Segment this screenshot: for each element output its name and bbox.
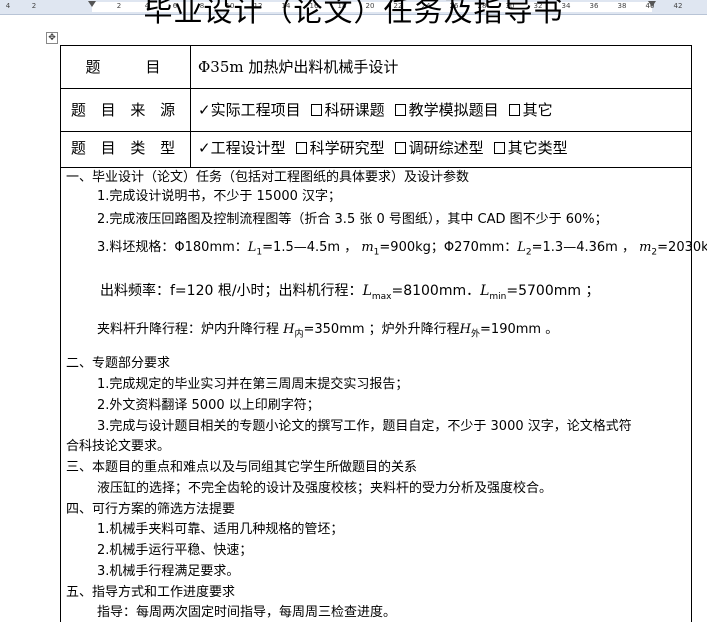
check-mark-icon: ✓ — [198, 101, 211, 119]
table-border-row1 — [60, 88, 691, 89]
source-option-other[interactable]: 其它 — [508, 100, 553, 120]
section-4-item-2: 2.机械手运行平稳、快速； — [97, 543, 253, 558]
table-border-right — [691, 45, 692, 622]
source-label: 题 目 来 源 — [70, 101, 181, 119]
section-2-item-3: 3.完成与设计题目相关的专题小论文的撰写工作，题目自定，不少于 3000 汉字，… — [97, 419, 632, 434]
section-4-item-1: 1.机械手夹料可靠、适用几种规格的管坯； — [97, 522, 344, 537]
section-2-item-2: 2.外文资料翻译 5000 以上印刷字符； — [97, 398, 320, 413]
section-3-text: 液压缸的选择；不完全齿轮的设计及强度校核；夹料杆的受力分析及强度校合。 — [97, 481, 553, 496]
table-border-left — [60, 45, 61, 622]
section-1-item-1: 1.完成设计说明书，不少于 15000 汉字； — [97, 189, 342, 204]
type-label: 题 目 类 型 — [70, 139, 181, 157]
type-option-other[interactable]: 其它类型 — [493, 138, 568, 158]
source-option-research[interactable]: 科研课题 — [310, 100, 385, 120]
topic-label: 题 目 — [85, 58, 166, 76]
table-move-handle-icon[interactable]: ✥ — [46, 32, 58, 44]
section-1-item-2: 2.完成液压回路图及控制流程图等（折合 3.5 张 0 号图纸），其中 CAD … — [97, 212, 608, 227]
table-border-row3 — [60, 167, 691, 168]
topic-value[interactable]: Φ35m 加热炉出料机械手设计 — [198, 57, 398, 77]
section-4-heading: 四、可行方案的筛选方法提要 — [66, 502, 236, 517]
checkbox-icon — [493, 142, 505, 154]
source-option-simulation[interactable]: 教学模拟题目 — [394, 100, 499, 120]
check-mark-icon: ✓ — [198, 139, 211, 157]
type-option-survey[interactable]: 调研综述型 — [394, 138, 484, 158]
section-1-frequency: 出料频率：f=120 根/小时；出料机行程：Lmax=8100mm．Lmin=5… — [100, 283, 600, 302]
checkbox-icon — [394, 142, 406, 154]
type-options: ✓工程设计型 科学研究型 调研综述型 其它类型 — [198, 138, 578, 158]
section-1-heading: 一、毕业设计（论文）任务（包括对工程图纸的具体要求）及设计参数 — [66, 170, 470, 185]
section-5-text: 指导：每周两次固定时间指导，每周周三检查进度。 — [97, 605, 397, 620]
checkbox-icon — [394, 104, 406, 116]
page-title: 毕业设计（论文）任务及指导书 — [143, 0, 564, 28]
checkbox-icon — [310, 104, 322, 116]
section-4-item-3: 3.机械手行程满足要求。 — [97, 564, 240, 579]
section-3-heading: 三、本题目的重点和难点以及与同组其它学生所做题目的关系 — [66, 460, 418, 475]
type-option-engineering-design[interactable]: ✓工程设计型 — [198, 138, 286, 158]
checkbox-icon — [295, 142, 307, 154]
section-1-lift-stroke: 夹料杆升降行程：炉内升降行程 H内=350mm ；炉外升降行程H外=190mm … — [97, 322, 559, 340]
table-border-row2 — [60, 131, 691, 132]
table-border-top — [60, 45, 691, 46]
source-option-engineering[interactable]: ✓实际工程项目 — [198, 100, 301, 120]
source-options: ✓实际工程项目 科研课题 教学模拟题目 其它 — [198, 100, 563, 120]
section-2-item-3-continued: 合科技论文要求。 — [66, 439, 171, 454]
document-page[interactable]: 毕业设计（论文）任务及指导书 ✥ 题 目 Φ35m 加热炉出料机械手设计 题 目… — [0, 0, 707, 622]
checkbox-icon — [508, 104, 520, 116]
type-option-scientific-research[interactable]: 科学研究型 — [295, 138, 385, 158]
section-1-item-3: 3.料坯规格：Φ180mm：L1=1.5—4.5m ， m1=900kg；Φ27… — [97, 240, 707, 258]
section-2-item-1: 1.完成规定的毕业实习并在第三周周末提交实习报告； — [97, 377, 409, 392]
section-2-heading: 二、专题部分要求 — [66, 356, 171, 371]
section-5-heading: 五、指导方式和工作进度要求 — [66, 585, 236, 600]
